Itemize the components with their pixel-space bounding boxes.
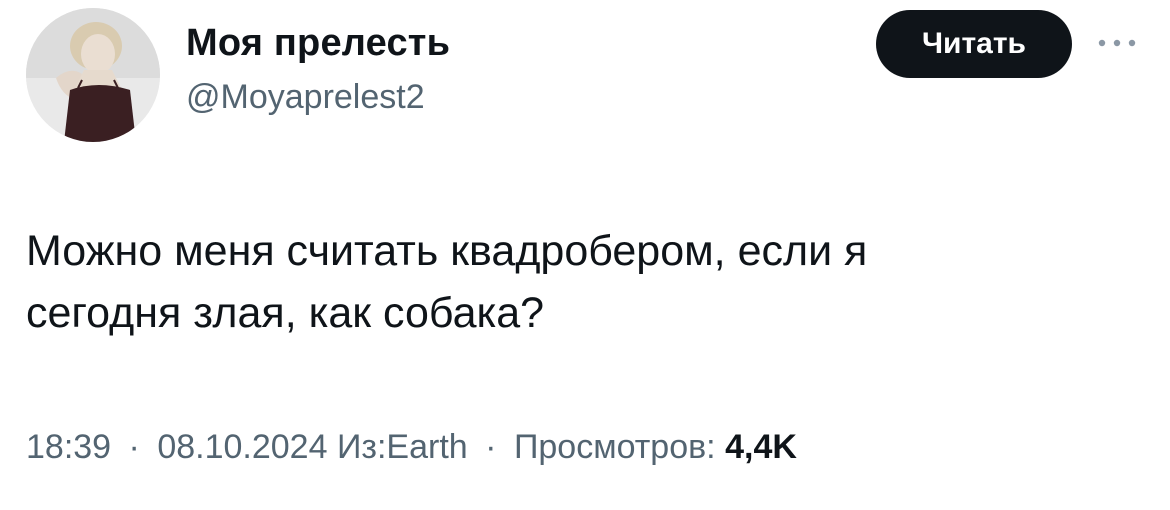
separator: · — [485, 428, 497, 466]
tweet-source: Из:Earth — [336, 428, 468, 466]
views-label: Просмотров: — [513, 428, 716, 466]
follow-button[interactable]: Читать — [876, 10, 1072, 78]
more-horizontal-icon — [1098, 39, 1136, 47]
avatar[interactable] — [26, 8, 160, 142]
tweet-time[interactable]: 18:39 — [26, 428, 111, 466]
separator: · — [128, 428, 140, 466]
avatar-image — [26, 8, 160, 142]
tweet-text: Можно меня считать квадробером, если я с… — [26, 227, 868, 337]
tweet-meta: 18:39 · 08.10.2024 Из:Earth · Просмотров… — [26, 428, 797, 467]
tweet-date[interactable]: 08.10.2024 — [157, 428, 327, 466]
views-count[interactable]: 4,4K — [725, 428, 797, 466]
display-name[interactable]: Моя прелесть — [186, 22, 450, 65]
user-handle[interactable]: @Moyaprelest2 — [186, 78, 425, 117]
more-button[interactable] — [1090, 28, 1144, 58]
